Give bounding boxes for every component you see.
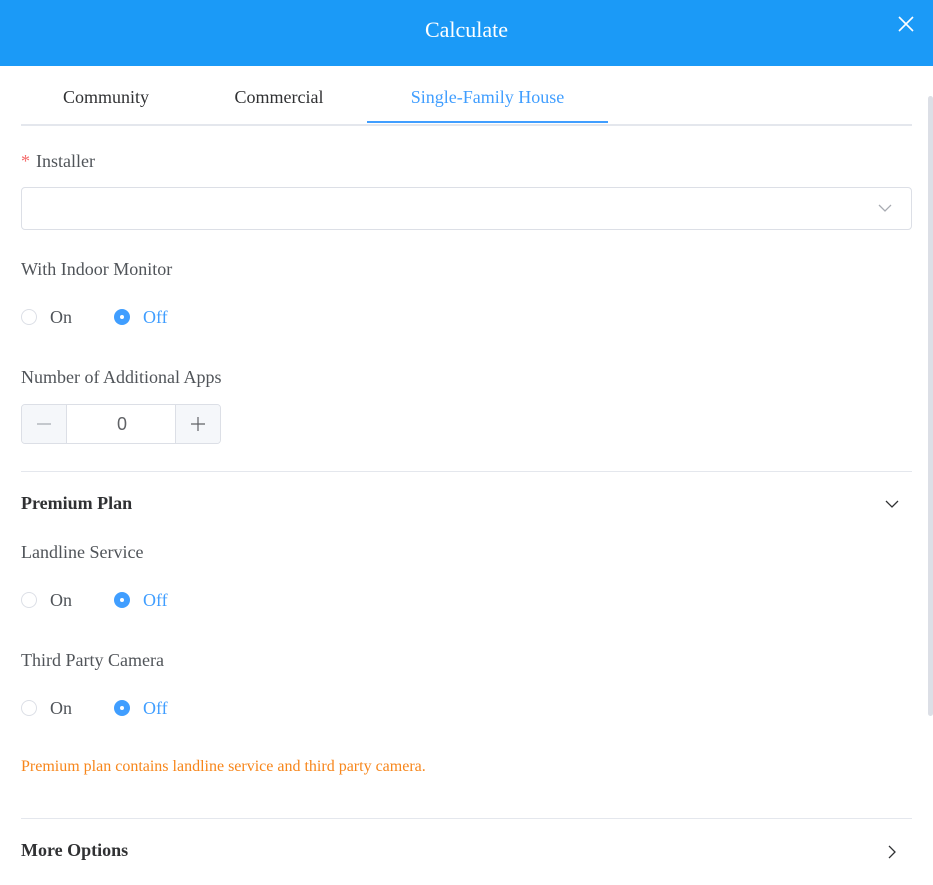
radio-checked-icon [114, 700, 130, 716]
scrollbar[interactable] [928, 96, 933, 716]
required-mark: * [21, 151, 30, 171]
dialog-header: Calculate [0, 0, 933, 66]
chevron-down-icon [878, 204, 892, 212]
premium-plan-note: Premium plan contains landline service a… [21, 758, 426, 775]
divider [21, 471, 912, 472]
close-icon [898, 16, 914, 32]
more-options-title[interactable]: More Options [21, 840, 128, 861]
radio-label-on: On [50, 306, 72, 327]
radio-label-on: On [50, 589, 72, 610]
dialog-title: Calculate [424, 17, 509, 42]
radio-label-off: Off [143, 589, 168, 610]
close-button[interactable] [896, 14, 916, 34]
radio-circle-icon [21, 592, 37, 608]
tab-bar: Community Commercial Single-Family House [21, 74, 912, 126]
chevron-down-icon[interactable] [884, 496, 900, 512]
camera-off-radio[interactable]: Off [114, 697, 168, 719]
landline-on-radio[interactable]: On [21, 589, 72, 611]
radio-label-off: Off [143, 306, 168, 327]
installer-label-text: Installer [36, 151, 95, 171]
radio-checked-icon [114, 592, 130, 608]
tab-community[interactable]: Community [21, 74, 191, 122]
landline-service-label: Landline Service [21, 542, 144, 562]
radio-label-on: On [50, 697, 72, 718]
radio-circle-icon [21, 309, 37, 325]
increment-button[interactable] [175, 405, 220, 443]
indoor-monitor-off-radio[interactable]: Off [114, 306, 168, 328]
additional-apps-input[interactable] [67, 405, 177, 443]
minus-icon [37, 423, 51, 425]
active-tab-indicator [367, 121, 608, 123]
plus-icon [191, 417, 205, 431]
indoor-monitor-label: With Indoor Monitor [21, 259, 173, 279]
radio-checked-icon [114, 309, 130, 325]
radio-circle-icon [21, 700, 37, 716]
tab-single-family-house[interactable]: Single-Family House [367, 74, 608, 122]
decrement-button[interactable] [22, 405, 67, 443]
installer-label: * Installer [21, 151, 95, 172]
tab-commercial[interactable]: Commercial [191, 74, 367, 122]
camera-on-radio[interactable]: On [21, 697, 72, 719]
additional-apps-label: Number of Additional Apps [21, 367, 222, 387]
landline-off-radio[interactable]: Off [114, 589, 168, 611]
radio-label-off: Off [143, 697, 168, 718]
chevron-right-icon[interactable] [884, 844, 900, 860]
divider [21, 818, 912, 819]
indoor-monitor-on-radio[interactable]: On [21, 306, 72, 328]
installer-select[interactable] [21, 187, 912, 230]
additional-apps-stepper [21, 404, 221, 444]
premium-plan-title[interactable]: Premium Plan [21, 493, 132, 514]
third-party-camera-label: Third Party Camera [21, 650, 164, 670]
